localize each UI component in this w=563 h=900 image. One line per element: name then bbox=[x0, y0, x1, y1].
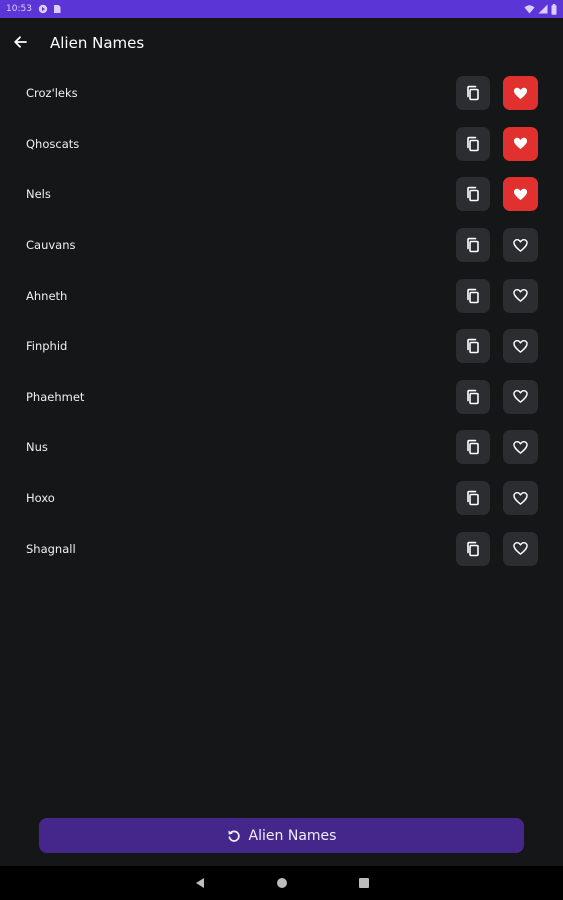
copy-icon bbox=[467, 288, 479, 303]
favorite-button[interactable] bbox=[503, 430, 538, 465]
list-item: Qhoscats bbox=[0, 119, 563, 170]
app-bar: Alien Names bbox=[0, 18, 563, 66]
favorite-button[interactable] bbox=[503, 481, 538, 516]
copy-icon bbox=[467, 490, 479, 506]
name-list: Croz'leks Qhoscats Nels Cauvans Ahneth Finphi… bbox=[0, 68, 563, 574]
sim-card-icon bbox=[53, 5, 61, 13]
list-item: Shagnall bbox=[0, 523, 563, 574]
list-item: Ahneth bbox=[0, 270, 563, 321]
copy-icon bbox=[467, 237, 479, 253]
list-item: Cauvans bbox=[0, 220, 563, 271]
copy-icon bbox=[467, 187, 479, 202]
copy-icon bbox=[467, 86, 479, 101]
alien-name-label: Hoxo bbox=[26, 491, 55, 506]
copy-button[interactable] bbox=[456, 278, 490, 313]
status-icons bbox=[524, 3, 557, 15]
heart-filled-icon bbox=[513, 188, 528, 201]
signal-icon bbox=[538, 4, 548, 14]
alien-name-label: Nels bbox=[26, 187, 51, 202]
alien-name-label: Qhoscats bbox=[26, 136, 80, 151]
heart-outline-icon bbox=[513, 289, 528, 302]
arrow-back-icon bbox=[14, 36, 27, 48]
wifi-icon bbox=[524, 5, 535, 14]
heart-filled-icon bbox=[513, 138, 528, 150]
status-bar: 10:53 bbox=[0, 0, 563, 18]
favorite-button[interactable] bbox=[503, 531, 538, 566]
copy-button[interactable] bbox=[456, 329, 490, 364]
heart-outline-icon bbox=[513, 238, 528, 252]
copy-icon bbox=[467, 389, 479, 405]
back-button[interactable] bbox=[0, 22, 40, 62]
list-item: Croz'leks bbox=[0, 68, 563, 119]
copy-button[interactable] bbox=[456, 531, 490, 566]
heart-outline-icon bbox=[513, 339, 528, 353]
nav-recents-icon[interactable] bbox=[358, 877, 370, 889]
play-protect-icon bbox=[38, 4, 48, 14]
copy-icon bbox=[467, 339, 479, 354]
copy-icon bbox=[467, 136, 479, 152]
copy-button[interactable] bbox=[456, 228, 490, 263]
favorite-button[interactable] bbox=[503, 126, 538, 161]
alien-name-label: Cauvans bbox=[26, 238, 76, 253]
alien-name-label: Ahneth bbox=[26, 288, 68, 303]
copy-button[interactable] bbox=[456, 430, 490, 465]
favorite-button[interactable] bbox=[503, 329, 538, 364]
copy-icon bbox=[467, 440, 479, 455]
alien-name-label: Phaehmet bbox=[26, 389, 85, 404]
copy-button[interactable] bbox=[456, 481, 490, 516]
heart-outline-icon bbox=[513, 491, 528, 505]
list-item: Finphid bbox=[0, 321, 563, 372]
heart-outline-icon bbox=[513, 390, 528, 404]
heart-outline-icon bbox=[513, 440, 528, 454]
alien-name-label: Nus bbox=[26, 440, 48, 455]
favorite-button[interactable] bbox=[503, 379, 538, 414]
generate-button-label: Alien Names bbox=[248, 827, 337, 844]
refresh-icon bbox=[227, 830, 240, 842]
favorite-button[interactable] bbox=[503, 278, 538, 313]
list-item: Nus bbox=[0, 422, 563, 473]
favorite-button[interactable] bbox=[503, 76, 538, 111]
list-item: Phaehmet bbox=[0, 372, 563, 423]
copy-button[interactable] bbox=[456, 76, 490, 111]
generate-names-button[interactable]: Alien Names bbox=[39, 818, 524, 853]
list-item: Nels bbox=[0, 169, 563, 220]
system-nav-bar bbox=[0, 866, 563, 900]
status-time: 10:53 bbox=[6, 4, 32, 14]
alien-name-label: Shagnall bbox=[26, 541, 76, 556]
battery-icon bbox=[551, 3, 557, 15]
page-title: Alien Names bbox=[50, 34, 145, 52]
alien-name-label: Finphid bbox=[26, 339, 68, 354]
copy-button[interactable] bbox=[456, 379, 490, 414]
heart-outline-icon bbox=[513, 542, 528, 555]
copy-button[interactable] bbox=[456, 177, 490, 212]
alien-name-label: Croz'leks bbox=[26, 86, 78, 101]
copy-icon bbox=[467, 541, 479, 556]
favorite-button[interactable] bbox=[503, 228, 538, 263]
heart-filled-icon bbox=[513, 87, 528, 99]
nav-back-icon[interactable] bbox=[194, 877, 206, 889]
list-item: Hoxo bbox=[0, 473, 563, 524]
nav-home-icon[interactable] bbox=[276, 877, 288, 889]
copy-button[interactable] bbox=[456, 126, 490, 161]
favorite-button[interactable] bbox=[503, 177, 538, 212]
